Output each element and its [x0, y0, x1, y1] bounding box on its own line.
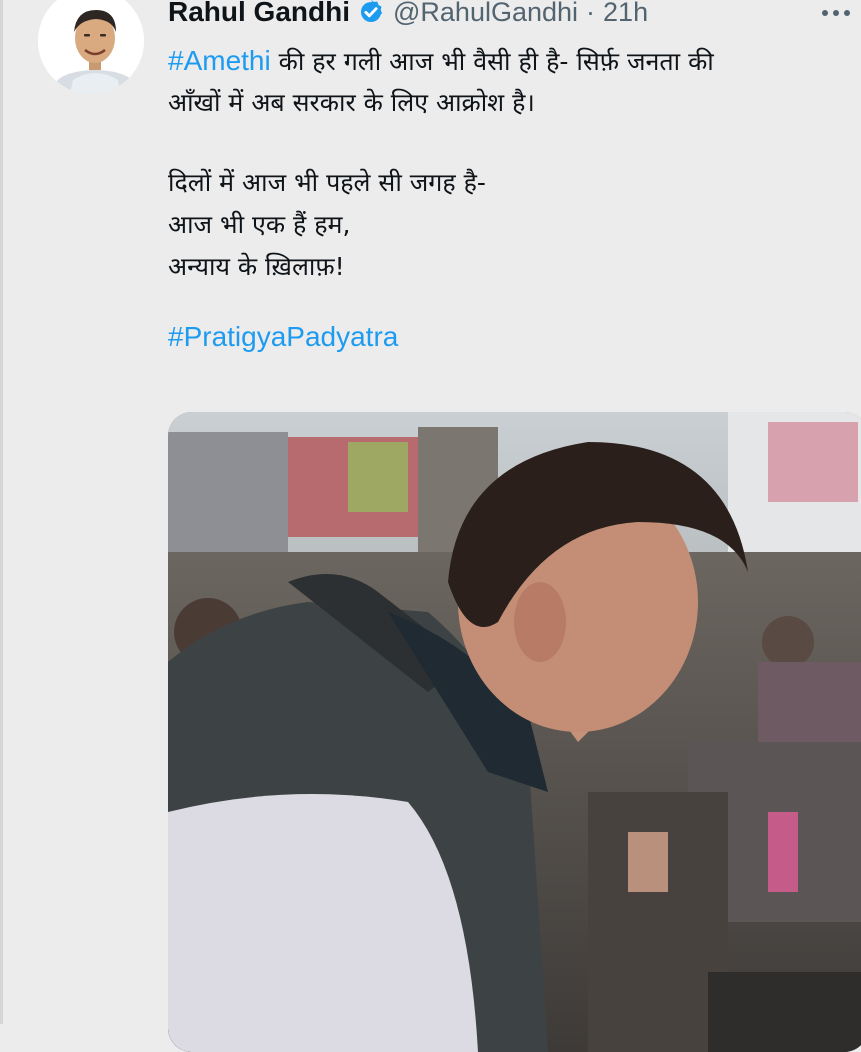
tweet-line-1-text: की हर गली आज भी वैसी ही है- सिर्फ़ जनता … [270, 47, 714, 76]
tweet-line-4: आज भी एक हैं हम, [168, 210, 351, 239]
author-handle[interactable]: @RahulGandhi [393, 0, 578, 28]
separator-dot: · [586, 0, 596, 27]
tweet-line-1: #Amethi की हर गली आज भी वैसी ही है- सिर्… [168, 40, 848, 82]
hashtag-pratigya-padyatra[interactable]: #PratigyaPadyatra [168, 316, 848, 358]
verified-badge-icon [357, 0, 385, 26]
author-name[interactable]: Rahul Gandhi [168, 0, 350, 28]
tweet-line-5: अन्याय के ख़िलाफ़! [168, 252, 345, 281]
tweet[interactable]: Rahul Gandhi @RahulGandhi · 21h #Amethi … [0, 0, 861, 1052]
line-break [168, 288, 848, 316]
tweet-line-2: आँखों में अब सरकार के लिए आक्रोश है। [168, 88, 535, 117]
avatar[interactable] [38, 0, 144, 94]
tweet-line-3: दिलों में आज भी पहले सी जगह है- [168, 168, 486, 197]
video-media[interactable] [168, 412, 861, 1052]
timestamp[interactable]: 21h [603, 0, 648, 28]
tweet-text: #Amethi की हर गली आज भी वैसी ही है- सिर्… [168, 40, 848, 358]
line-break [168, 124, 848, 162]
tweet-header: Rahul Gandhi @RahulGandhi · 21h [168, 0, 848, 32]
hashtag-amethi[interactable]: #Amethi [168, 45, 271, 76]
more-options-icon[interactable] [812, 0, 860, 30]
timeline-divider [0, 0, 3, 1024]
